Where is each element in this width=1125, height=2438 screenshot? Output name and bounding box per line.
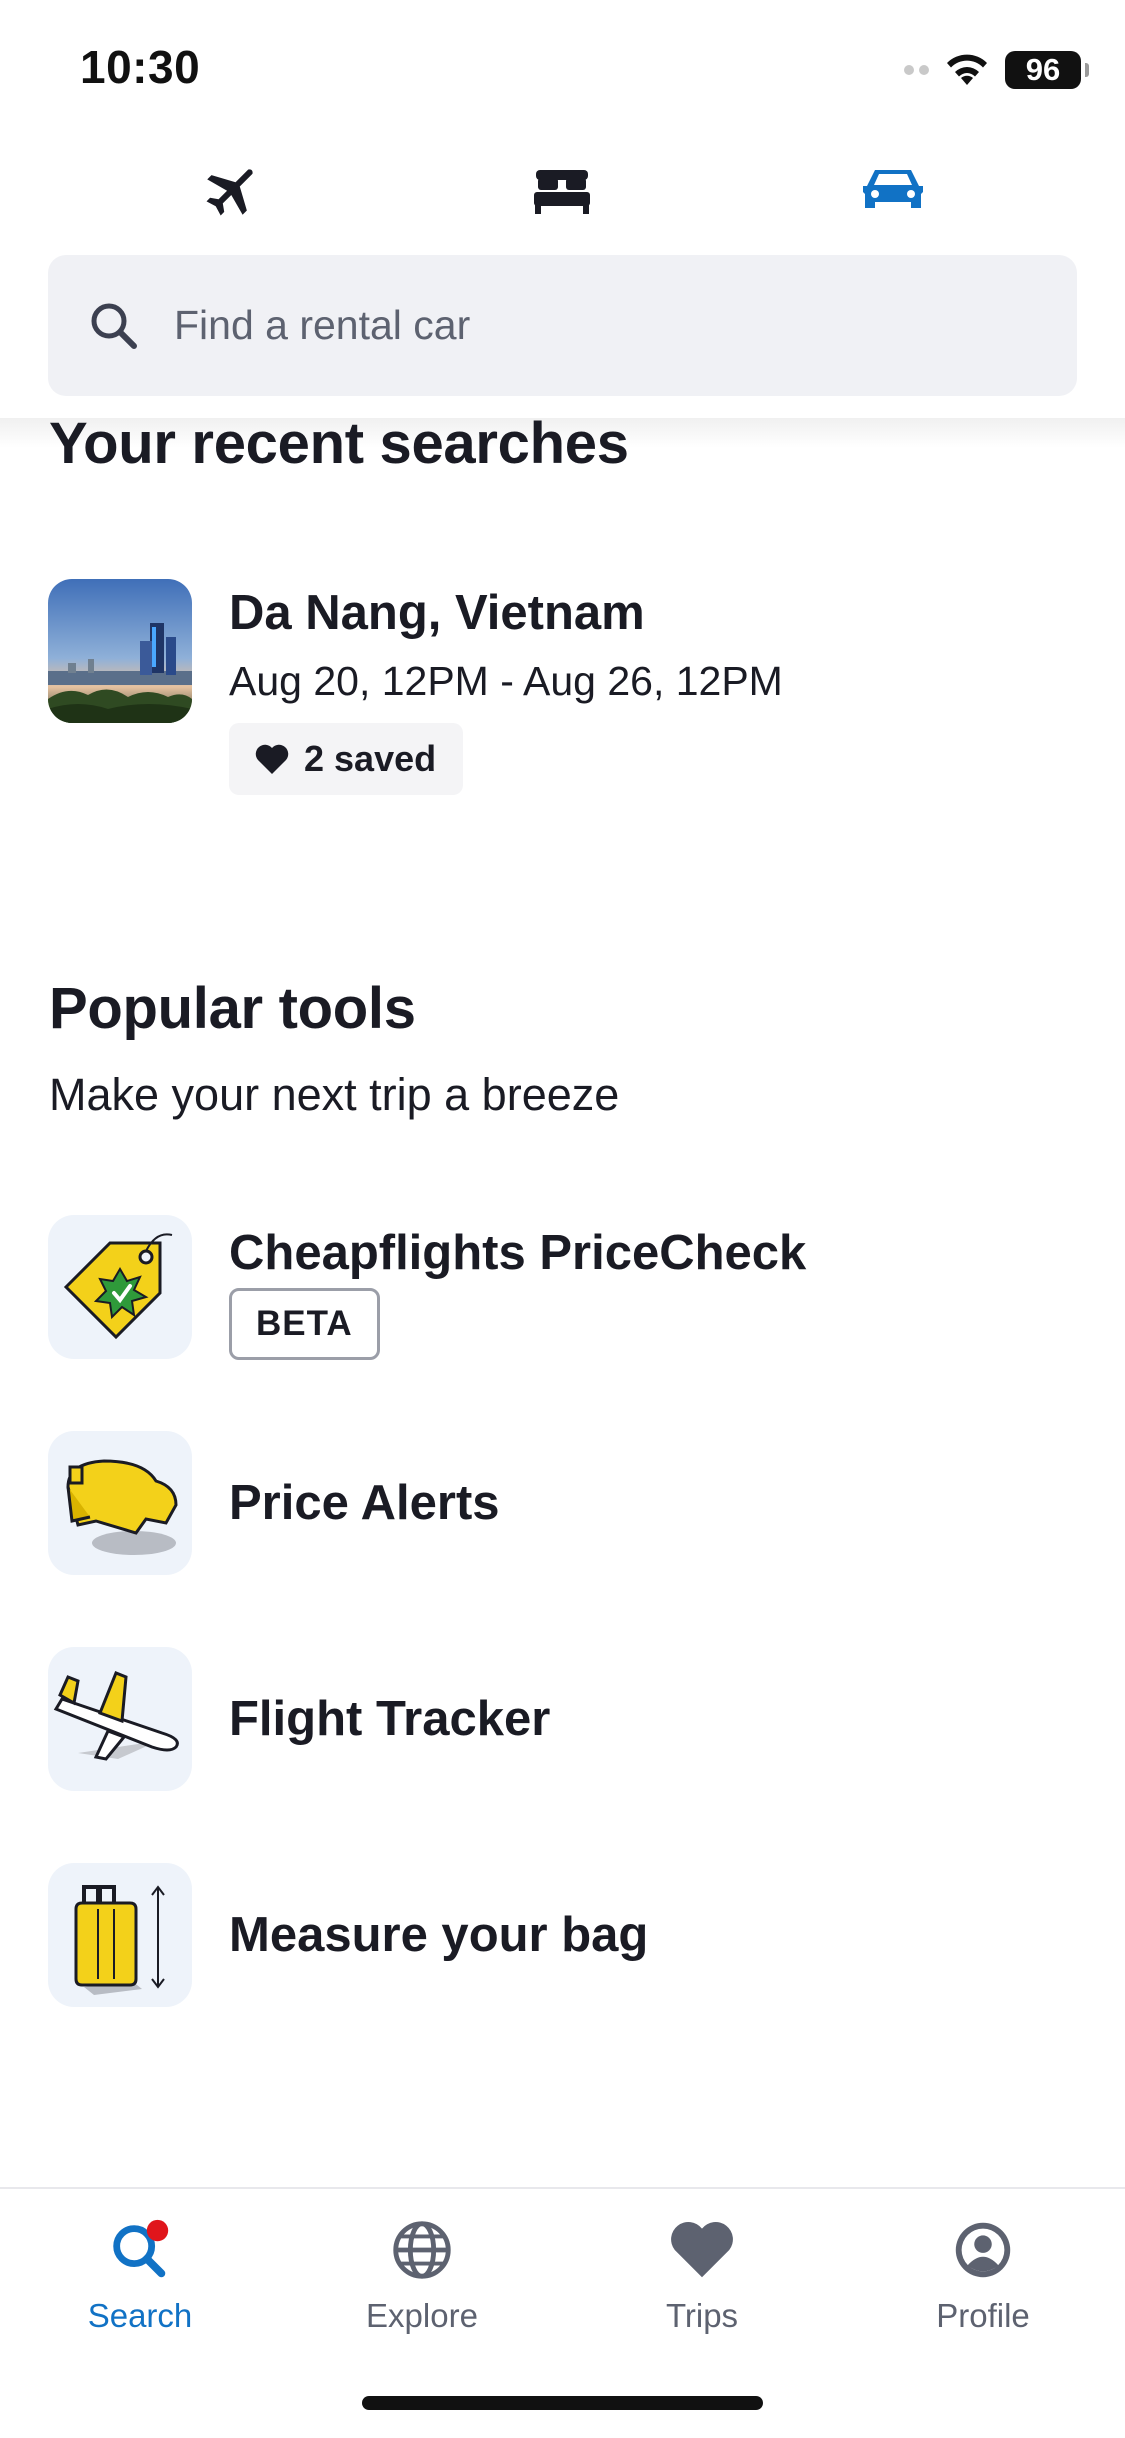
nav-profile[interactable]: Profile	[873, 2205, 1093, 2335]
airplane-icon	[206, 169, 253, 216]
recent-searches-title: Your recent searches	[49, 411, 629, 476]
heart-icon	[255, 744, 289, 774]
recent-search-thumbnail[interactable]	[48, 579, 192, 723]
tab-stays[interactable]	[517, 148, 607, 232]
profile-icon	[955, 2222, 1011, 2278]
airplane-icon	[53, 1671, 179, 1761]
price-tag-icon	[63, 1233, 173, 1340]
popular-tools-subtitle: Make your next trip a breeze	[49, 1069, 620, 1120]
tab-flights[interactable]	[187, 148, 277, 232]
wifi-icon	[947, 54, 987, 85]
nav-explore-label: Explore	[366, 2297, 478, 2334]
search-icon	[113, 2219, 169, 2278]
status-time: 10:30	[80, 41, 201, 93]
nav-trips-label: Trips	[665, 2297, 739, 2334]
heart-icon	[671, 2221, 733, 2278]
tool-price-alerts-label[interactable]: Price Alerts	[229, 1475, 500, 1531]
battery-indicator: 96	[1005, 51, 1089, 89]
globe-icon	[393, 2221, 451, 2279]
measure-bag-tool-icon[interactable]	[48, 1863, 192, 2007]
cellular-signal-icon	[904, 65, 929, 75]
car-icon	[863, 170, 923, 208]
nav-search-label: Search	[87, 2297, 193, 2334]
status-icons: 96	[904, 46, 1089, 94]
saved-count-pill[interactable]: 2 saved	[229, 723, 464, 795]
flight-tracker-tool-icon[interactable]	[48, 1647, 192, 1791]
search-icon	[91, 303, 137, 349]
pricecheck-tool-icon[interactable]	[48, 1215, 192, 1359]
tool-measure-bag-label[interactable]: Measure your bag	[229, 1907, 648, 1963]
nav-explore[interactable]: Explore	[312, 2205, 532, 2335]
search-placeholder: Find a rental car	[174, 302, 471, 348]
beta-badge: BETA	[229, 1288, 380, 1360]
suitcase-icon	[74, 1885, 165, 1995]
bell-icon	[66, 1459, 178, 1555]
saved-count-label: 2 saved	[304, 738, 437, 779]
bed-icon	[534, 170, 590, 214]
tool-pricecheck-label[interactable]: Cheapflights PriceCheck	[229, 1225, 806, 1281]
tool-flight-tracker-label[interactable]: Flight Tracker	[229, 1691, 550, 1747]
nav-trips[interactable]: Trips	[592, 2205, 812, 2335]
price-alerts-tool-icon[interactable]	[48, 1431, 192, 1575]
nav-profile-label: Profile	[936, 2297, 1030, 2334]
recent-search-dates: Aug 20, 12PM - Aug 26, 12PM	[229, 658, 783, 704]
recent-search-place[interactable]: Da Nang, Vietnam	[229, 585, 645, 641]
home-indicator[interactable]	[362, 2396, 763, 2410]
search-input[interactable]: Find a rental car	[48, 255, 1077, 396]
tab-cars[interactable]	[848, 148, 938, 232]
popular-tools-title: Popular tools	[49, 976, 416, 1041]
city-photo-image	[48, 579, 192, 723]
nav-search[interactable]: Search	[30, 2205, 250, 2335]
